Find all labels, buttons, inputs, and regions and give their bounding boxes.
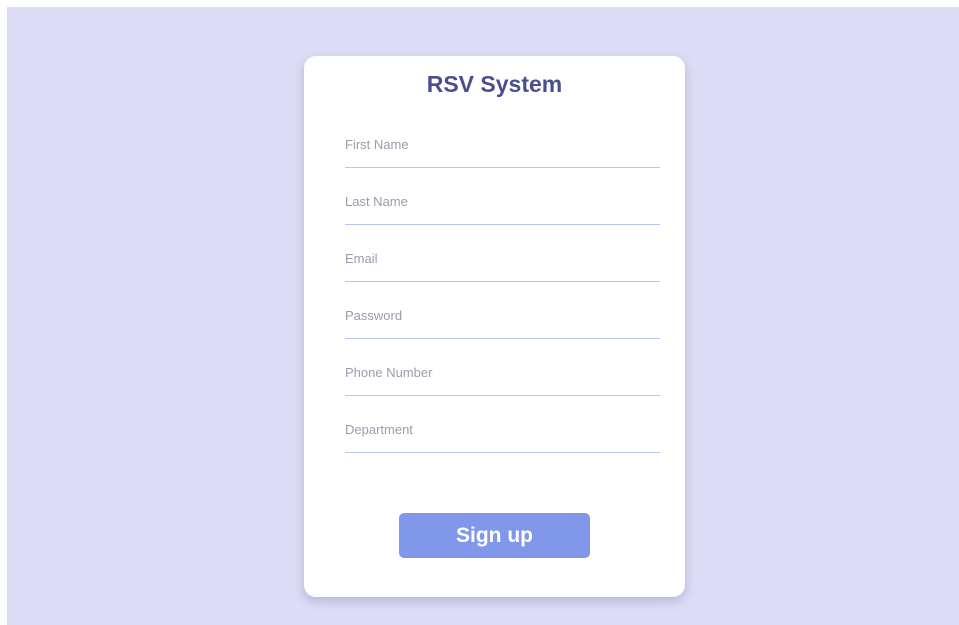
form-title: RSV System — [426, 71, 563, 97]
phone-number-field[interactable] — [345, 358, 660, 396]
signup-card: RSV System Sign up — [304, 56, 685, 597]
page-background: RSV System Sign up — [7, 7, 959, 625]
password-field[interactable] — [345, 301, 660, 339]
department-field[interactable] — [345, 415, 660, 453]
sign-up-button[interactable]: Sign up — [399, 513, 590, 558]
last-name-field[interactable] — [345, 187, 660, 225]
first-name-field[interactable] — [345, 130, 660, 168]
email-field[interactable] — [345, 244, 660, 282]
